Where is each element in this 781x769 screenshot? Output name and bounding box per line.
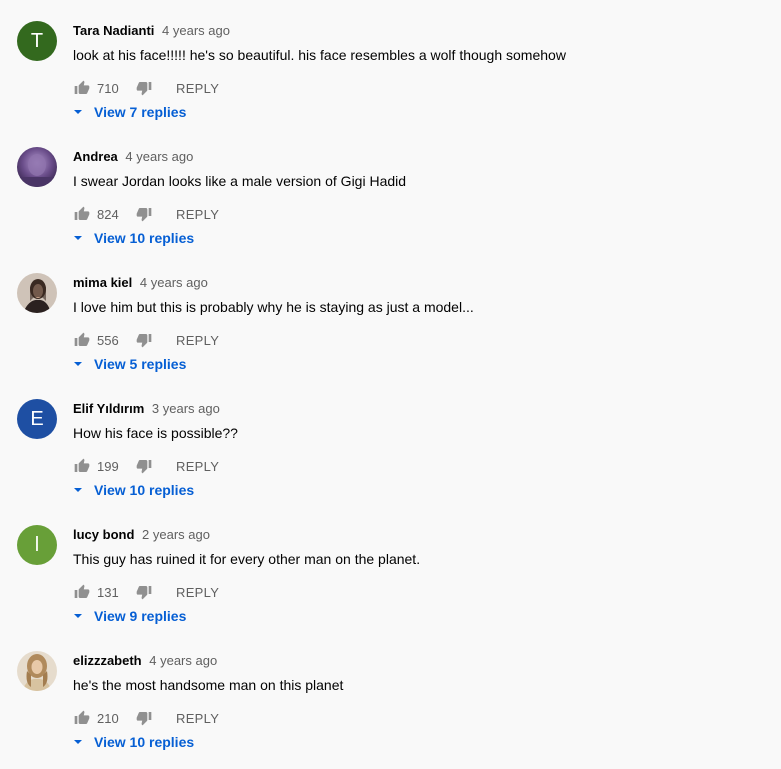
avatar-letter: E (30, 407, 44, 430)
avatar[interactable] (17, 273, 57, 313)
author-name[interactable]: Andrea (73, 149, 118, 164)
view-replies-button[interactable]: View 9 replies (73, 606, 186, 626)
comment-header: elizzzabeth 4 years ago (73, 653, 217, 669)
comment-text: look at his face!!!!! he's so beautiful.… (73, 47, 566, 63)
view-replies-label: View 10 replies (94, 734, 195, 750)
like-count: 199 (97, 458, 119, 474)
caret-down-icon (73, 107, 83, 117)
avatar[interactable] (17, 147, 57, 187)
caret-down-icon (73, 233, 83, 243)
view-replies-button[interactable]: View 10 replies (73, 732, 194, 752)
comment-actions: 199 REPLY (73, 454, 219, 478)
comment-header: Elif Yıldırım 3 years ago (73, 401, 220, 417)
caret-down-icon (73, 485, 83, 495)
view-replies-label: View 5 replies (94, 356, 187, 372)
comment-actions: 556 REPLY (73, 328, 219, 352)
like-count: 131 (97, 584, 119, 600)
view-replies-button[interactable]: View 7 replies (73, 102, 186, 122)
like-count: 556 (97, 332, 119, 348)
comment-thread: E Elif Yıldırım 3 years ago How his face… (0, 388, 781, 514)
avatar-photo-icon (17, 147, 57, 187)
comment-thread: l lucy bond 2 years ago This guy has rui… (0, 514, 781, 640)
comment-text: I swear Jordan looks like a male version… (73, 173, 407, 189)
comment-thread: elizzzabeth 4 years ago he's the most ha… (0, 640, 781, 766)
view-replies-button[interactable]: View 5 replies (73, 354, 186, 374)
published-time[interactable]: 4 years ago (125, 149, 193, 164)
avatar[interactable]: l (17, 525, 57, 565)
avatar-photo-icon (17, 651, 57, 691)
thumbs-up-icon[interactable] (73, 79, 91, 97)
avatar-photo-icon (17, 273, 57, 313)
caret-down-icon (73, 359, 83, 369)
comment-thread: T Tara Nadianti 4 years ago look at his … (0, 10, 781, 136)
view-replies-label: View 10 replies (94, 230, 195, 246)
view-replies-label: View 7 replies (94, 104, 187, 120)
comment-thread: Andrea 4 years ago I swear Jordan looks … (0, 136, 781, 262)
comment-header: lucy bond 2 years ago (73, 527, 210, 543)
thumbs-down-icon[interactable] (135, 583, 153, 601)
thumbs-down-icon[interactable] (135, 457, 153, 475)
comment-header: Tara Nadianti 4 years ago (73, 23, 230, 39)
thumbs-down-icon[interactable] (135, 331, 153, 349)
comment-text: he's the most handsome man on this plane… (73, 677, 344, 693)
published-time[interactable]: 2 years ago (142, 527, 210, 542)
reply-button[interactable]: REPLY (176, 207, 219, 222)
comment-text: This guy has ruined it for every other m… (73, 551, 421, 567)
like-count: 210 (97, 710, 119, 726)
view-replies-button[interactable]: View 10 replies (73, 228, 194, 248)
thumbs-up-icon[interactable] (73, 709, 91, 727)
caret-down-icon (73, 611, 83, 621)
comment-actions: 210 REPLY (73, 706, 219, 730)
comment-actions: 710 REPLY (73, 76, 219, 100)
reply-button[interactable]: REPLY (176, 81, 219, 96)
comment-text: I love him but this is probably why he i… (73, 299, 474, 315)
avatar[interactable]: T (17, 21, 57, 61)
thumbs-down-icon[interactable] (135, 79, 153, 97)
avatar[interactable]: E (17, 399, 57, 439)
published-time[interactable]: 4 years ago (140, 275, 208, 290)
caret-down-icon (73, 737, 83, 747)
author-name[interactable]: elizzzabeth (73, 653, 142, 668)
comment-text: How his face is possible?? (73, 425, 238, 441)
published-time[interactable]: 3 years ago (152, 401, 220, 416)
view-replies-label: View 10 replies (94, 482, 195, 498)
author-name[interactable]: mima kiel (73, 275, 132, 290)
comment-actions: 131 REPLY (73, 580, 219, 604)
reply-button[interactable]: REPLY (176, 459, 219, 474)
published-time[interactable]: 4 years ago (149, 653, 217, 668)
avatar[interactable] (17, 651, 57, 691)
comment-thread: mima kiel 4 years ago I love him but thi… (0, 262, 781, 388)
view-replies-label: View 9 replies (94, 608, 187, 624)
thumbs-up-icon[interactable] (73, 583, 91, 601)
view-replies-button[interactable]: View 10 replies (73, 480, 194, 500)
published-time[interactable]: 4 years ago (162, 23, 230, 38)
thumbs-up-icon[interactable] (73, 331, 91, 349)
thumbs-down-icon[interactable] (135, 709, 153, 727)
thumbs-down-icon[interactable] (135, 205, 153, 223)
thumbs-up-icon[interactable] (73, 457, 91, 475)
thumbs-up-icon[interactable] (73, 205, 91, 223)
like-count: 824 (97, 206, 119, 222)
reply-button[interactable]: REPLY (176, 585, 219, 600)
author-name[interactable]: lucy bond (73, 527, 134, 542)
avatar-letter: T (30, 29, 44, 52)
like-count: 710 (97, 80, 119, 96)
avatar-letter: l (34, 533, 40, 556)
comment-header: mima kiel 4 years ago (73, 275, 208, 291)
comments-section: T Tara Nadianti 4 years ago look at his … (0, 0, 781, 769)
comment-header: Andrea 4 years ago (73, 149, 193, 165)
author-name[interactable]: Elif Yıldırım (73, 401, 144, 416)
reply-button[interactable]: REPLY (176, 711, 219, 726)
reply-button[interactable]: REPLY (176, 333, 219, 348)
author-name[interactable]: Tara Nadianti (73, 23, 154, 38)
comment-actions: 824 REPLY (73, 202, 219, 226)
